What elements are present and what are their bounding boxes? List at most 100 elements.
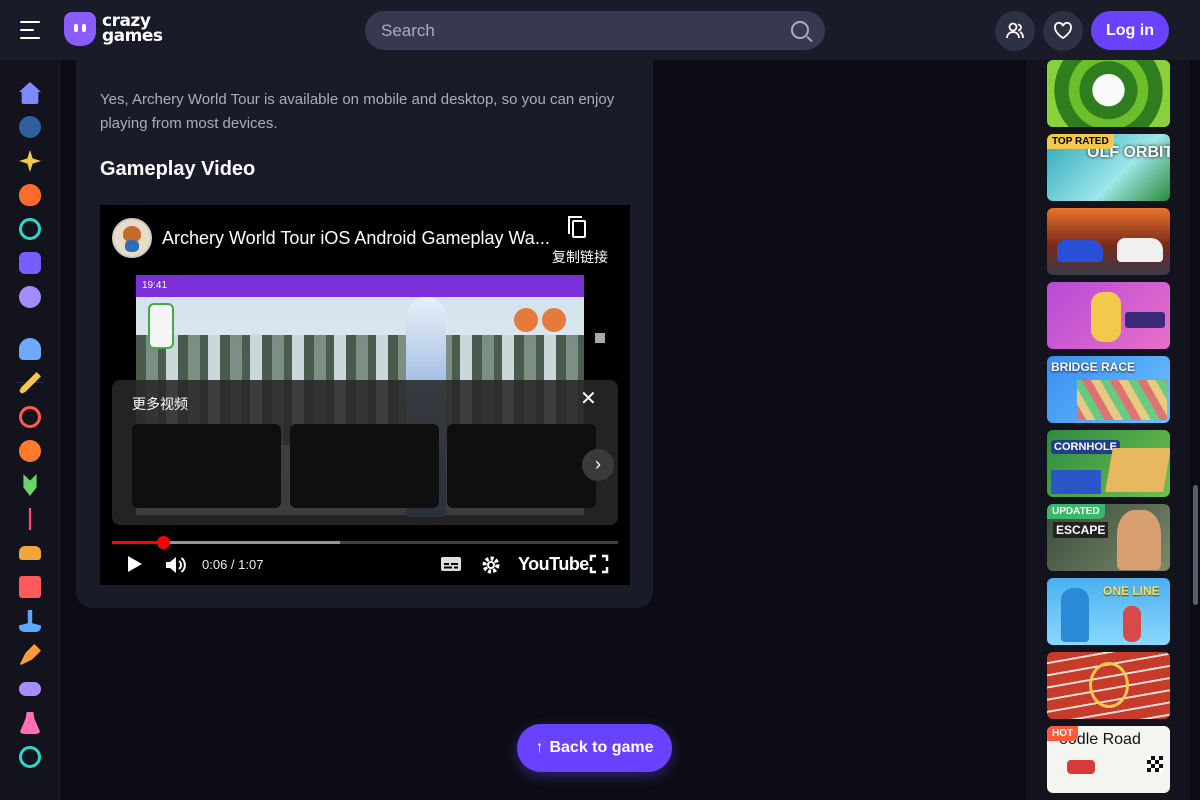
game-badge: HOT — [1047, 726, 1079, 741]
game-title: ONE LINE — [1103, 584, 1160, 598]
copy-link-label[interactable]: 复制链接 — [552, 247, 608, 267]
favorites-heart-icon[interactable] — [1043, 11, 1083, 51]
game-tile[interactable]: OLF ORBIT TOP RATED — [1047, 134, 1170, 201]
recent-icon[interactable] — [19, 116, 41, 138]
cornhole-board-icon — [1105, 448, 1170, 492]
subtitles-icon[interactable] — [440, 554, 462, 576]
game-tile[interactable]: BRIDGE RACE — [1047, 356, 1170, 423]
multiplayer-icon[interactable] — [19, 286, 41, 308]
logo-line-2: games — [102, 26, 163, 46]
video-time: 0:06 / 1:07 — [202, 557, 264, 572]
copy-link-icon[interactable] — [568, 216, 586, 238]
character-icon — [1061, 588, 1089, 642]
game-logo-icon — [1125, 312, 1165, 328]
basketball-player-icon — [1091, 292, 1121, 342]
channel-avatar[interactable] — [112, 218, 152, 258]
youtube-video-player[interactable]: Archery World Tour iOS Android Gameplay … — [100, 205, 630, 585]
driving-icon[interactable] — [19, 546, 41, 560]
phone-status-bar: 19:41 — [136, 275, 584, 297]
video-title[interactable]: Archery World Tour iOS Android Gameplay … — [162, 228, 550, 249]
originals-icon[interactable] — [19, 252, 41, 274]
game-tile[interactable] — [1047, 208, 1170, 275]
fullscreen-icon[interactable] — [589, 554, 609, 576]
volume-icon[interactable] — [164, 554, 188, 576]
search-placeholder: Search — [381, 21, 435, 40]
shooting-icon[interactable] — [19, 644, 41, 666]
back-to-game-label: Back to game — [549, 739, 654, 756]
bean-bag-icon — [1051, 470, 1101, 494]
friends-icon[interactable] — [995, 11, 1035, 51]
game-tile[interactable]: ESCAPE UPDATED — [1047, 504, 1170, 571]
more-videos-label: 更多视频 — [132, 396, 188, 412]
related-video-thumbnail[interactable] — [290, 424, 439, 508]
progress-scrubber[interactable] — [156, 536, 170, 549]
home-icon[interactable] — [19, 82, 41, 104]
close-icon[interactable]: ✕ — [580, 389, 598, 409]
game-tile[interactable]: ONE LINE — [1047, 578, 1170, 645]
game-title: ESCAPE — [1053, 522, 1109, 538]
stop-square-icon — [595, 333, 605, 343]
game-badge: TOP RATED — [1047, 134, 1114, 149]
top-bar: crazy games Search Log in — [0, 0, 1200, 60]
gameplay-video-heading: Gameplay Video — [100, 158, 256, 180]
page-scrollbar[interactable] — [1191, 60, 1200, 800]
soldier-character-icon — [1117, 510, 1161, 570]
updated-icon[interactable] — [19, 218, 41, 240]
faq-answer-text: Yes, Archery World Tour is available on … — [100, 91, 615, 132]
doodle-car-icon — [1067, 760, 1095, 774]
controller-icon[interactable] — [19, 682, 41, 696]
clicker-icon[interactable] — [28, 508, 32, 530]
friends-glyph-icon — [1006, 22, 1024, 39]
basketball-icon[interactable] — [19, 440, 41, 462]
race-car-icon — [1057, 240, 1103, 262]
game-recommendations-rail: OLF ORBIT TOP RATED BRIDGE RACE CORNHOLE… — [1026, 60, 1190, 800]
laurel-wreath-icon — [1089, 662, 1129, 708]
wind-meter-icon — [148, 303, 174, 349]
search-input[interactable]: Search — [365, 11, 825, 50]
new-icon[interactable] — [19, 150, 41, 172]
dress-up-icon[interactable] — [19, 712, 41, 734]
settings-gear-icon[interactable] — [480, 554, 502, 576]
crazygames-logo[interactable]: crazy games — [64, 12, 163, 46]
progress-played — [112, 541, 163, 544]
finish-flag-icon — [1147, 756, 1163, 772]
related-video-thumbnail[interactable] — [132, 424, 281, 508]
scrollbar-thumb[interactable] — [1193, 485, 1198, 605]
casual-icon[interactable] — [23, 474, 37, 496]
more-videos-panel: 更多视频 ✕ › — [112, 380, 618, 525]
heart-glyph-icon — [1054, 21, 1072, 40]
trending-icon[interactable] — [19, 184, 41, 206]
game-tile[interactable] — [1047, 282, 1170, 349]
play-icon[interactable] — [126, 554, 144, 576]
sidebar-nav — [0, 60, 60, 800]
game-tile[interactable]: oodle Road HOT — [1047, 726, 1170, 793]
chevron-right-icon[interactable]: › — [582, 449, 614, 481]
puzzle-icon[interactable] — [19, 746, 41, 768]
bridge-stairs-icon — [1077, 380, 1167, 420]
action-icon[interactable] — [19, 372, 41, 394]
phone-time: 19:41 — [142, 280, 168, 291]
related-video-thumbnail[interactable] — [447, 424, 596, 508]
game-badge: UPDATED — [1047, 504, 1105, 519]
logo-text: crazy games — [102, 13, 163, 46]
character-icon — [1123, 606, 1141, 642]
video-progress-bar[interactable] — [112, 536, 618, 549]
youtube-logo[interactable]: YouTube — [518, 554, 589, 575]
menu-toggle-icon[interactable] — [20, 18, 44, 42]
logo-mark-icon — [64, 12, 96, 46]
game-tile[interactable] — [1047, 652, 1170, 719]
game-title: BRIDGE RACE — [1051, 360, 1136, 374]
arrow-up-icon: ↑ — [535, 739, 544, 756]
game-sound-icon — [542, 308, 566, 332]
login-button[interactable]: Log in — [1091, 11, 1169, 50]
io-icon[interactable] — [19, 610, 41, 632]
search-icon[interactable] — [791, 21, 809, 39]
game-pause-icon — [514, 308, 538, 332]
game-tile[interactable]: CORNHOLE — [1047, 430, 1170, 497]
two-player-icon[interactable] — [19, 338, 41, 360]
game-tile[interactable] — [1047, 60, 1170, 127]
adventure-icon[interactable] — [19, 406, 41, 428]
card-icon[interactable] — [19, 576, 41, 598]
back-to-game-button[interactable]: ↑ Back to game — [517, 724, 672, 772]
game-title: CORNHOLE — [1051, 440, 1120, 454]
